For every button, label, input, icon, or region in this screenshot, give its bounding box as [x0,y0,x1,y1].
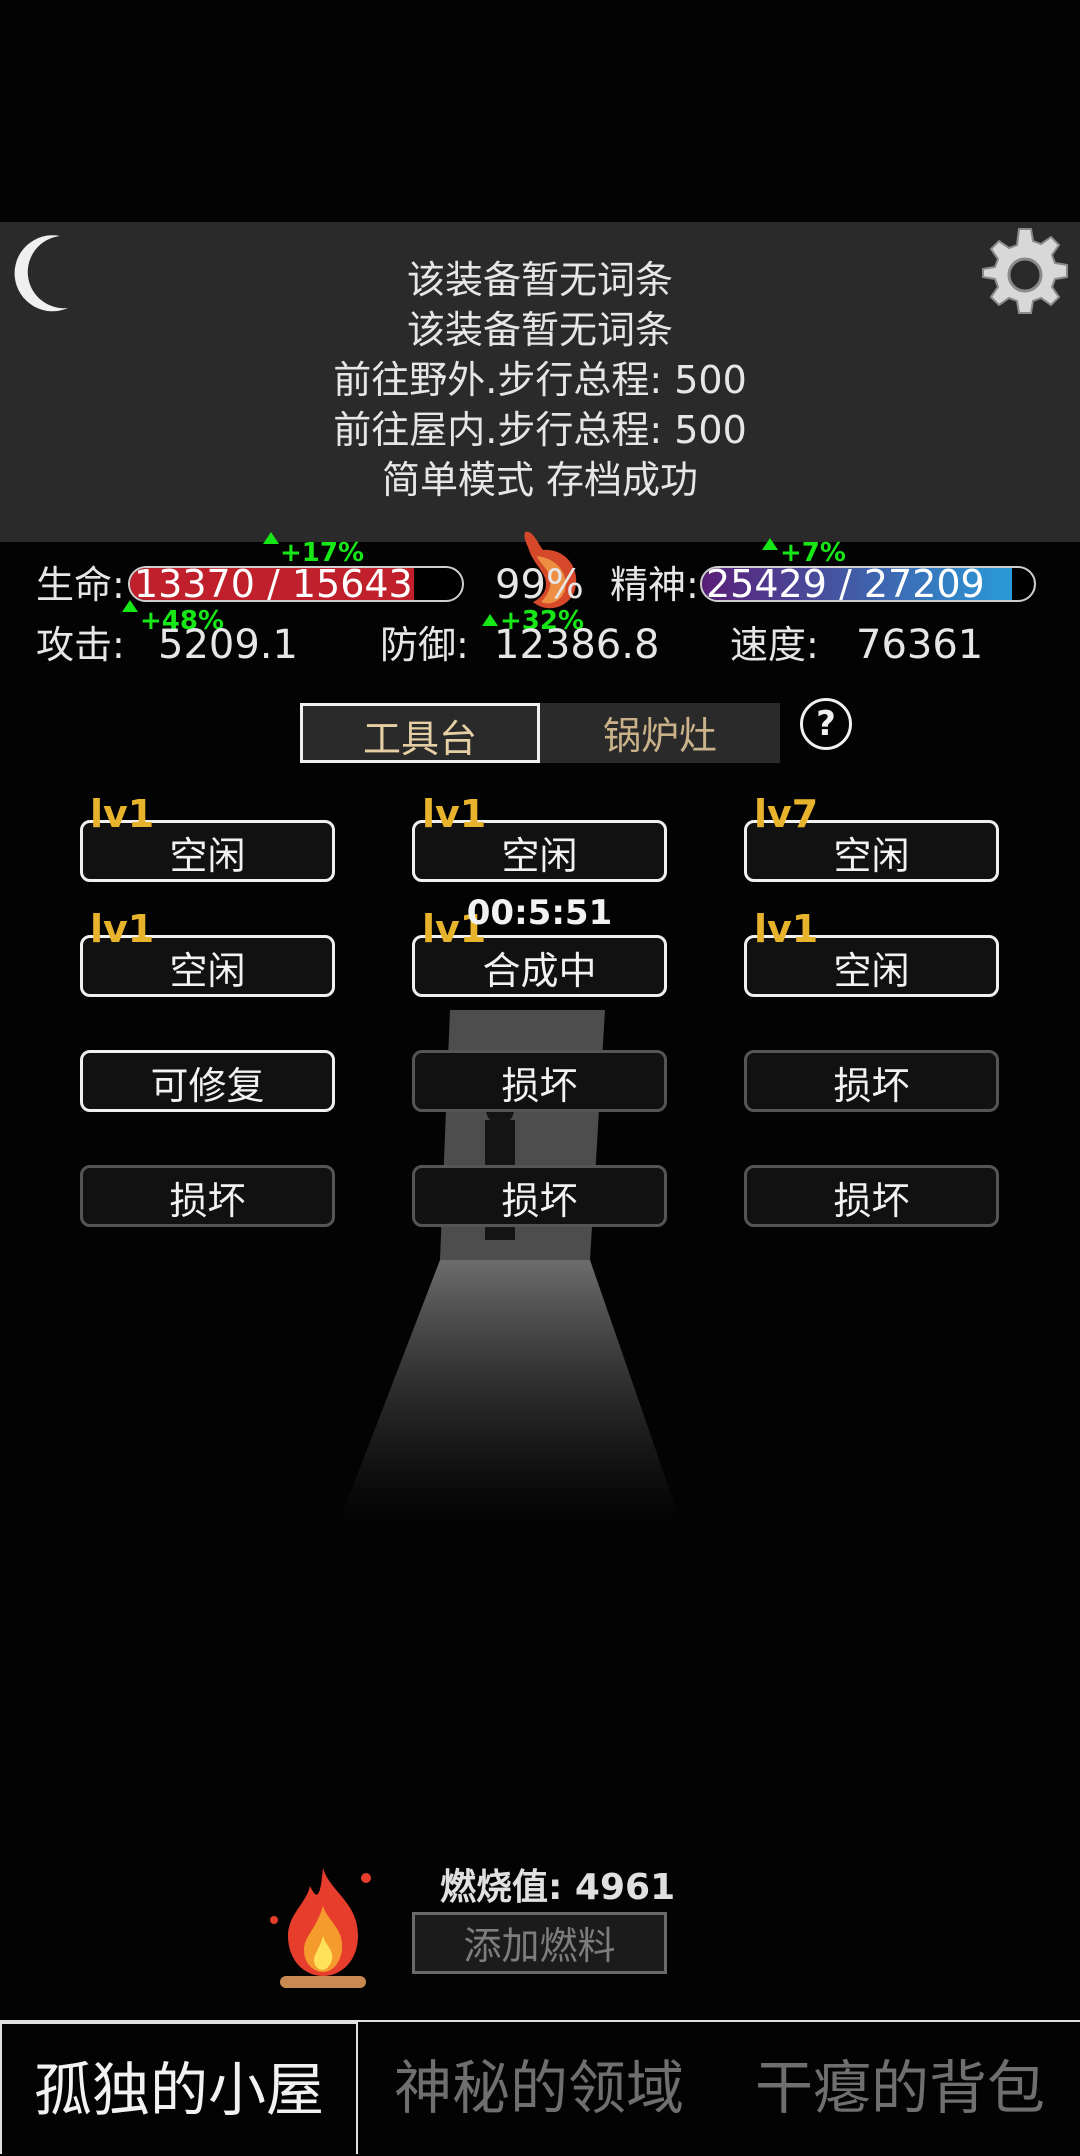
workbench-slot[interactable]: 损坏 [80,1165,335,1227]
life-bar: 13370 / 15643 [128,566,464,602]
slot-level: lv1 [754,907,819,951]
arrow-up-icon [263,532,279,544]
spirit-bar: 25429 / 27209 [700,566,1036,602]
speed-label: 速度: [730,623,819,667]
slot-level: lv1 [422,792,487,836]
slot-level: lv7 [754,792,819,836]
log-line: 简单模式 存档成功 [381,458,699,502]
doorway-image [340,1010,680,1520]
slot-level: lv1 [90,907,155,951]
log-line: 该装备暂无词条 [406,308,673,352]
burn-value: 燃烧值: 4961 [440,1867,676,1908]
spirit-bonus: +7% [780,538,846,568]
workbench-slot[interactable]: 损坏 [744,1050,999,1112]
attack-value: 5209.1 [158,622,298,668]
life-bonus: +17% [280,538,365,568]
workbench-slot[interactable]: 损坏 [412,1165,667,1227]
log-line: 前往野外.步行总程: 500 [333,358,747,402]
slot-level: lv1 [90,792,155,836]
arrow-up-icon [762,538,778,550]
tab-stove[interactable]: 锅炉灶 [540,703,780,763]
defense-label: 防御: [380,623,469,667]
log-line: 前往屋内.步行总程: 500 [333,408,747,452]
log-line: 该装备暂无词条 [406,258,673,302]
moon-icon[interactable] [8,232,78,312]
defense-value: 12386.8 [494,622,660,668]
nav-backpack[interactable]: 干瘪的背包 [720,2022,1080,2154]
arrow-up-icon [122,600,138,612]
spirit-value: 25429 / 27209 [706,566,985,602]
life-label: 生命: [36,563,125,607]
tab-workbench[interactable]: 工具台 [300,703,540,763]
spirit-label: 精神: [610,563,699,607]
speed-value: 76361 [856,622,984,668]
craft-timer: 00:5:51 [466,893,613,933]
add-fuel-button[interactable]: 添加燃料 [412,1912,667,1974]
help-icon[interactable]: ? [800,698,852,750]
workbench-slot[interactable]: 损坏 [412,1050,667,1112]
nav-domain[interactable]: 神秘的领域 [358,2022,720,2154]
life-value: 13370 / 15643 [134,566,413,602]
campfire-icon [270,1868,371,1988]
workbench-slot[interactable]: 可修复 [80,1050,335,1112]
workbench-slot[interactable]: 损坏 [744,1165,999,1227]
gear-icon[interactable] [975,225,1075,325]
message-log: 该装备暂无词条 该装备暂无词条 前往野外.步行总程: 500 前往屋内.步行总程… [0,222,1080,542]
attack-label: 攻击: [36,623,125,667]
nav-cabin[interactable]: 孤独的小屋 [0,2022,358,2154]
satiety-value: 99% [495,562,584,608]
